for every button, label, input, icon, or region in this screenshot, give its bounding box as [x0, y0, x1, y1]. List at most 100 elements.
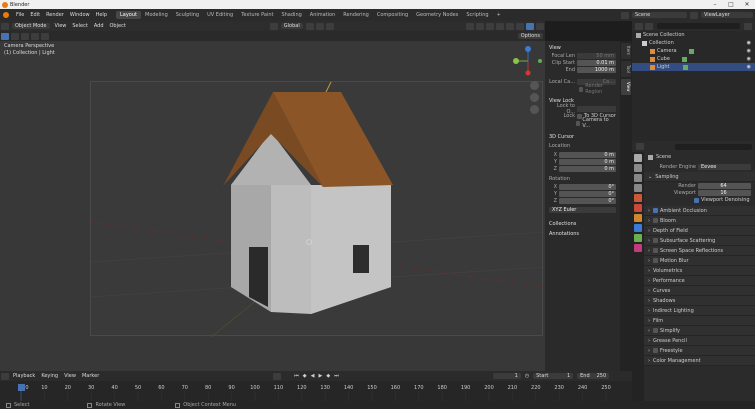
output-props-tab-icon[interactable]: [634, 174, 642, 182]
props-section-indirect-lighting[interactable]: › Indirect Lighting: [644, 306, 755, 316]
add-workspace-button[interactable]: +: [493, 11, 505, 19]
props-section-checkbox[interactable]: [653, 218, 658, 223]
tab-scripting[interactable]: Scripting: [462, 11, 492, 19]
props-section-shadows[interactable]: › Shadows: [644, 296, 755, 306]
clip-end-field[interactable]: 1000 m: [577, 67, 616, 73]
menu-edit[interactable]: Edit: [27, 12, 43, 18]
view-section-header[interactable]: View: [549, 45, 620, 51]
tab-animation[interactable]: Animation: [306, 11, 340, 19]
view-layer-props-tab-icon[interactable]: [634, 184, 642, 192]
constraints-props-tab-icon[interactable]: [634, 234, 642, 242]
lock-to-object-field[interactable]: [577, 106, 616, 112]
editor-type-icon[interactable]: [1, 22, 9, 30]
clip-start-field[interactable]: 0.01 m: [577, 60, 616, 66]
tab-uv-editing[interactable]: UV Editing: [203, 11, 237, 19]
scene-props-tab-icon[interactable]: [634, 194, 642, 202]
select-mode-extend-icon[interactable]: [21, 32, 29, 40]
props-section-checkbox[interactable]: [653, 248, 658, 253]
cursor-rot-x-field[interactable]: 0°: [559, 184, 616, 190]
props-section-performance[interactable]: › Performance: [644, 276, 755, 286]
props-section-checkbox[interactable]: [653, 258, 658, 263]
tab-shading[interactable]: Shading: [277, 11, 305, 19]
render-props-tab-icon[interactable]: [634, 164, 642, 172]
camera-to-view-checkbox[interactable]: [575, 120, 581, 126]
collection-visibility-icon[interactable]: ◉: [747, 40, 751, 46]
orientation-dropdown[interactable]: Global: [280, 23, 303, 29]
current-frame-field[interactable]: 1: [492, 373, 521, 379]
cursor-loc-y-field[interactable]: 0 m: [559, 159, 616, 165]
outliner-light[interactable]: Light ◉: [632, 63, 755, 71]
props-section-motion-blur[interactable]: › Motion Blur: [644, 256, 755, 266]
props-section-bloom[interactable]: › Bloom: [644, 216, 755, 226]
tab-compositing[interactable]: Compositing: [373, 11, 412, 19]
select-mode-subtract-icon[interactable]: [31, 32, 39, 40]
timeline-editor-icon[interactable]: [1, 372, 9, 380]
world-props-tab-icon[interactable]: [634, 204, 642, 212]
render-samples-field[interactable]: 64: [698, 183, 751, 189]
tab-sculpting[interactable]: Sculpting: [172, 11, 203, 19]
tab-tool[interactable]: Tool: [621, 61, 631, 77]
scene-icon[interactable]: [621, 11, 629, 19]
start-frame-field[interactable]: Start 1: [533, 373, 574, 379]
viewport-samples-field[interactable]: 16: [698, 190, 751, 196]
props-section-checkbox[interactable]: [653, 328, 658, 333]
cursor-loc-x-field[interactable]: 0 m: [559, 152, 616, 158]
props-section-screen-space-reflections[interactable]: › Screen Space Reflections: [644, 246, 755, 256]
props-section-checkbox[interactable]: [653, 348, 658, 353]
props-section-subsurface-scattering[interactable]: › Subsurface Scattering: [644, 236, 755, 246]
data-props-tab-icon[interactable]: [634, 244, 642, 252]
jump-start-icon[interactable]: ⏮: [294, 373, 299, 379]
viewport-menu-add[interactable]: Add: [91, 23, 107, 29]
viewport-menu-select[interactable]: Select: [69, 23, 90, 29]
tab-modeling[interactable]: Modeling: [141, 11, 172, 19]
timeline-menu-marker[interactable]: Marker: [79, 373, 102, 379]
menu-render[interactable]: Render: [43, 12, 67, 18]
viewport-denoising-checkbox[interactable]: [694, 197, 699, 203]
viewport-menu-view[interactable]: View: [52, 23, 70, 29]
options-dropdown[interactable]: Options: [517, 33, 543, 39]
object-props-tab-icon[interactable]: [634, 214, 642, 222]
tab-item[interactable]: Item: [621, 43, 631, 59]
proportional-edit-icon[interactable]: [325, 22, 334, 30]
focal-length-field[interactable]: 50 mm: [577, 53, 616, 59]
select-mode-invert-icon[interactable]: [41, 32, 49, 40]
tab-geometry-nodes[interactable]: Geometry Nodes: [412, 11, 462, 19]
overlay-icon[interactable]: [486, 22, 494, 30]
record-icon[interactable]: [273, 372, 282, 380]
outliner-search-input[interactable]: [657, 23, 740, 29]
zoom-icon[interactable]: [530, 81, 539, 90]
play-icon[interactable]: ▶: [319, 373, 323, 379]
visibility-icon[interactable]: [466, 22, 474, 30]
props-section-grease-pencil[interactable]: › Grease Pencil: [644, 336, 755, 346]
tool-props-tab-icon[interactable]: [634, 154, 642, 162]
tab-layout[interactable]: Layout: [116, 11, 141, 19]
props-section-curves[interactable]: › Curves: [644, 286, 755, 296]
props-section-freestyle[interactable]: › Freestyle: [644, 346, 755, 356]
props-section-checkbox[interactable]: [653, 208, 658, 213]
props-section-volumetrics[interactable]: › Volumetrics: [644, 266, 755, 276]
jump-keyframe-forward-icon[interactable]: ◆: [326, 373, 330, 379]
cube-visibility-icon[interactable]: ◉: [747, 56, 751, 62]
light-visibility-icon[interactable]: ◉: [747, 64, 751, 70]
gizmo-icon[interactable]: [476, 22, 484, 30]
annotations-section-header[interactable]: Annotations: [549, 231, 620, 237]
properties-editor-icon[interactable]: [636, 143, 644, 150]
filter-icon[interactable]: [744, 22, 752, 30]
viewlayer-field[interactable]: ViewLayer: [701, 12, 753, 18]
shading-material-icon[interactable]: [526, 22, 534, 30]
outliner-camera[interactable]: Camera ◉: [632, 47, 755, 55]
snap-icon[interactable]: [315, 22, 324, 30]
menu-window[interactable]: Window: [67, 12, 93, 18]
props-section-film[interactable]: › Film: [644, 316, 755, 326]
rotation-mode-dropdown[interactable]: XYZ Euler: [549, 207, 616, 213]
viewport-menu-object[interactable]: Object: [107, 23, 129, 29]
render-engine-dropdown[interactable]: Eevee: [698, 164, 751, 170]
end-frame-field[interactable]: End 250: [577, 373, 610, 379]
shading-rendered-icon[interactable]: [536, 22, 544, 30]
render-region-checkbox[interactable]: [579, 86, 584, 92]
props-section-checkbox[interactable]: [653, 238, 658, 243]
menu-file[interactable]: File: [13, 12, 27, 18]
clock-icon[interactable]: ◷: [525, 373, 529, 379]
camera-visibility-icon[interactable]: ◉: [747, 48, 751, 54]
properties-search-input[interactable]: [675, 143, 752, 150]
